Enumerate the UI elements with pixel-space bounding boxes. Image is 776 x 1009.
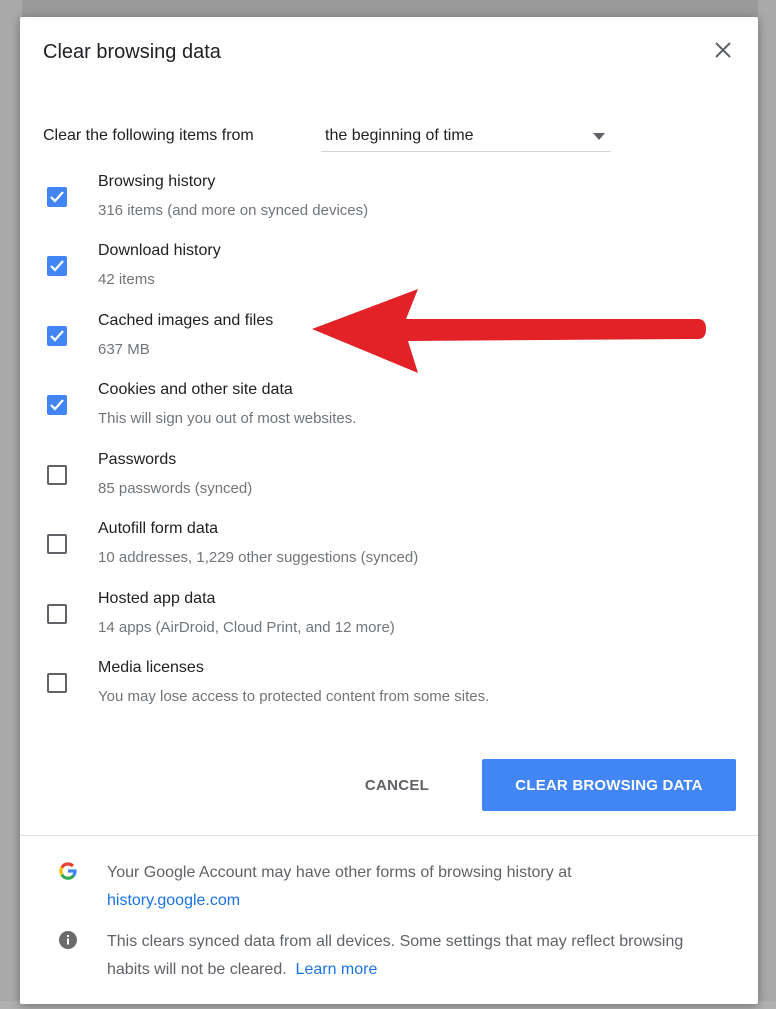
item-title: Hosted app data bbox=[98, 590, 216, 607]
history-google-link[interactable]: history.google.com bbox=[107, 892, 240, 909]
time-range-label: Clear the following items from bbox=[43, 127, 254, 144]
backdrop-right bbox=[758, 0, 776, 1009]
item-cookies[interactable]: Cookies and other site data This will si… bbox=[20, 375, 720, 441]
info-icon bbox=[59, 931, 77, 949]
cancel-button[interactable]: CANCEL bbox=[342, 759, 452, 811]
item-browsing-history[interactable]: Browsing history 316 items (and more on … bbox=[20, 167, 720, 233]
divider bbox=[20, 835, 758, 836]
item-title: Autofill form data bbox=[98, 520, 219, 537]
item-subtitle: 10 addresses, 1,229 other suggestions (s… bbox=[98, 549, 419, 566]
time-range-row: Clear the following items from the begin… bbox=[43, 121, 643, 153]
dropdown-caret-icon bbox=[593, 133, 605, 140]
google-logo-icon bbox=[59, 862, 77, 880]
checkbox-passwords[interactable] bbox=[47, 465, 67, 485]
clear-browsing-data-button[interactable]: CLEAR BROWSING DATA bbox=[482, 759, 736, 811]
item-title: Cached images and files bbox=[98, 312, 274, 329]
checkbox-cached-images[interactable] bbox=[47, 326, 67, 346]
dialog-title: Clear browsing data bbox=[43, 41, 221, 63]
google-account-text: Your Google Account may have other forms… bbox=[107, 864, 572, 909]
checkmark-icon bbox=[50, 399, 64, 411]
item-passwords[interactable]: Passwords 85 passwords (synced) bbox=[20, 445, 720, 511]
checkmark-icon bbox=[50, 330, 64, 342]
checkbox-media-licenses[interactable] bbox=[47, 673, 67, 693]
dialog-actions: CANCEL CLEAR BROWSING DATA bbox=[316, 759, 736, 811]
learn-more-link[interactable]: Learn more bbox=[296, 961, 378, 978]
sync-info-text: This clears synced data from all devices… bbox=[107, 933, 684, 978]
time-range-select[interactable]: the beginning of time bbox=[321, 121, 611, 152]
backdrop bbox=[0, 0, 776, 18]
item-title: Media licenses bbox=[98, 659, 204, 676]
checkmark-icon bbox=[50, 191, 64, 203]
item-title: Browsing history bbox=[98, 173, 216, 190]
item-title: Passwords bbox=[98, 451, 177, 468]
close-icon bbox=[715, 42, 731, 58]
clear-browsing-data-dialog: Clear browsing data Clear the following … bbox=[20, 17, 758, 1004]
checkmark-icon bbox=[50, 260, 64, 272]
backdrop-left bbox=[0, 0, 22, 1009]
checkbox-browsing-history[interactable] bbox=[47, 187, 67, 207]
close-button[interactable] bbox=[708, 35, 738, 65]
checkbox-hosted-app-data[interactable] bbox=[47, 604, 67, 624]
item-subtitle: 14 apps (AirDroid, Cloud Print, and 12 m… bbox=[98, 619, 395, 636]
checkbox-autofill[interactable] bbox=[47, 534, 67, 554]
time-range-value: the beginning of time bbox=[325, 127, 474, 144]
checkbox-cookies[interactable] bbox=[47, 395, 67, 415]
item-subtitle: 42 items bbox=[98, 271, 155, 288]
item-subtitle: 637 MB bbox=[98, 341, 150, 358]
item-subtitle: You may lose access to protected content… bbox=[98, 688, 490, 705]
checkbox-download-history[interactable] bbox=[47, 256, 67, 276]
item-hosted-app-data[interactable]: Hosted app data 14 apps (AirDroid, Cloud… bbox=[20, 584, 720, 650]
item-subtitle: 316 items (and more on synced devices) bbox=[98, 202, 369, 219]
item-autofill[interactable]: Autofill form data 10 addresses, 1,229 o… bbox=[20, 514, 720, 580]
item-title: Cookies and other site data bbox=[98, 381, 293, 398]
item-title: Download history bbox=[98, 242, 221, 259]
item-subtitle: This will sign you out of most websites. bbox=[98, 410, 357, 427]
red-arrow-annotation bbox=[312, 289, 706, 373]
item-media-licenses[interactable]: Media licenses You may lose access to pr… bbox=[20, 653, 720, 719]
item-subtitle: 85 passwords (synced) bbox=[98, 480, 253, 497]
